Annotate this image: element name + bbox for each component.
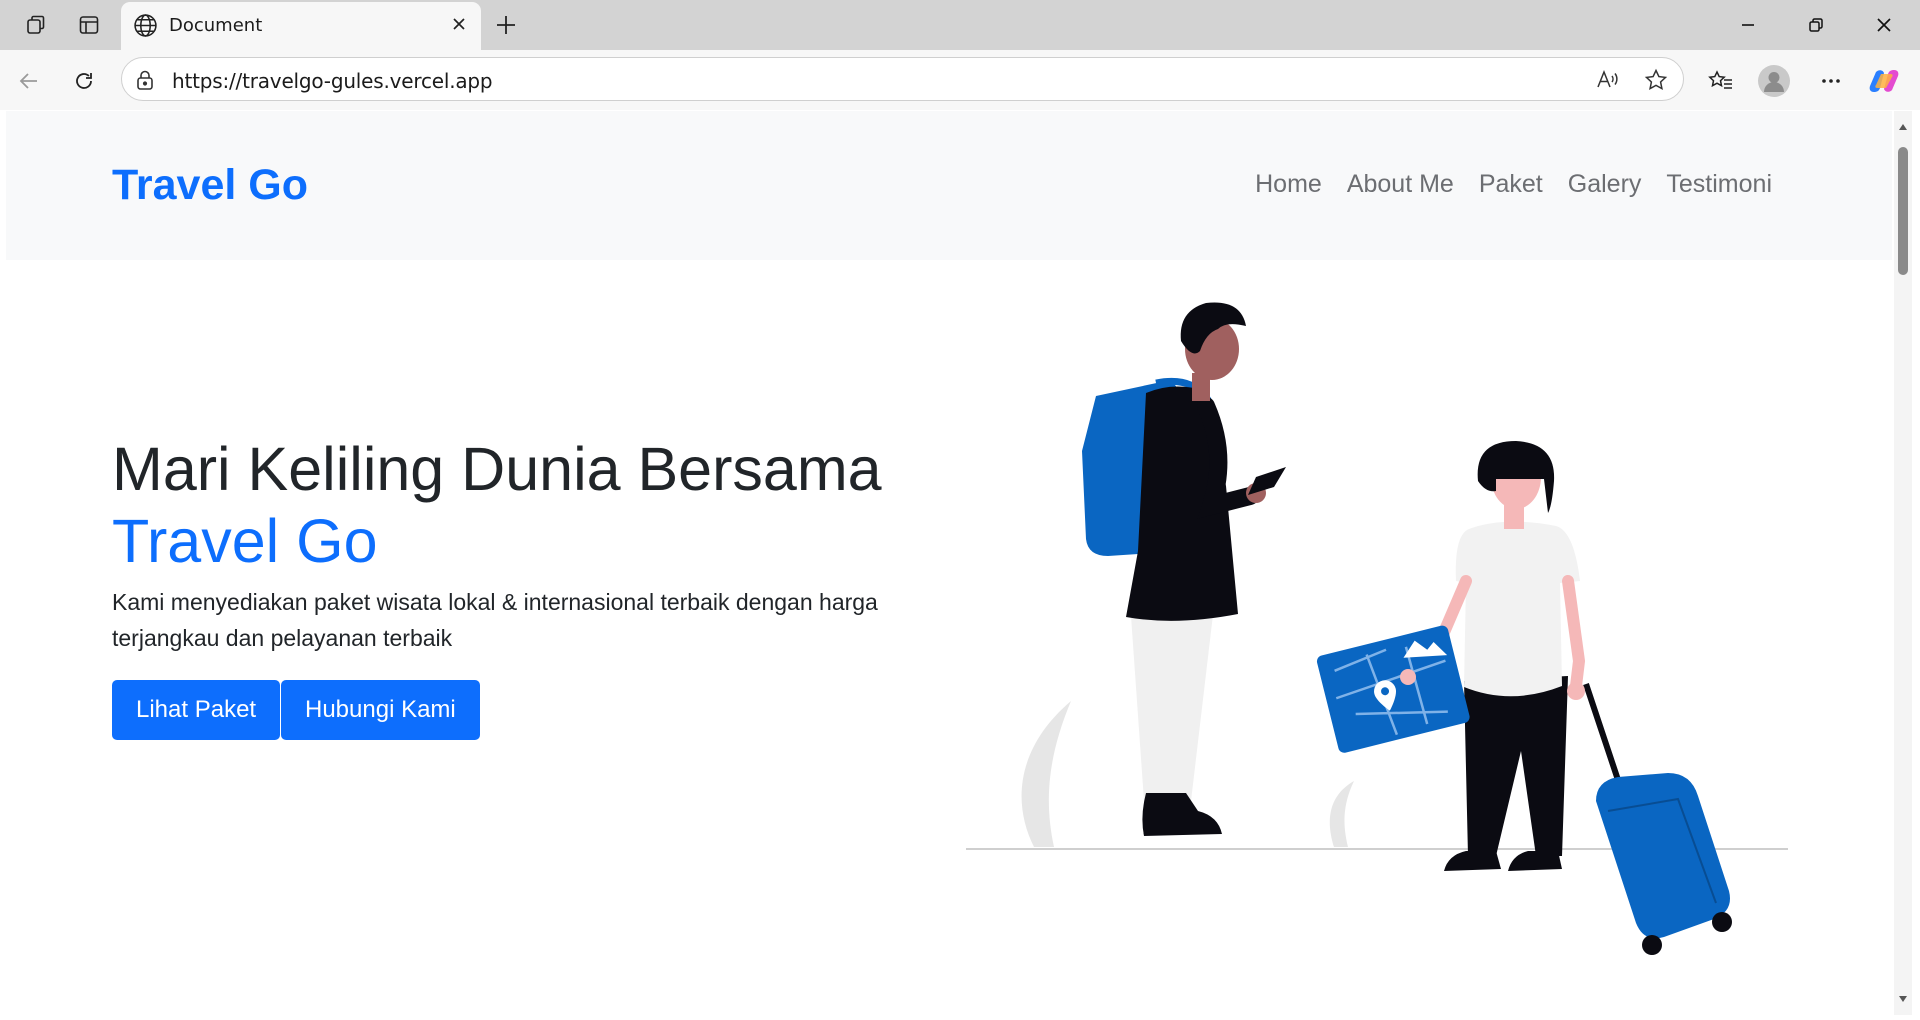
tab-title: Document <box>169 15 263 36</box>
nav-link-paket[interactable]: Paket <box>1479 170 1543 199</box>
hero-title: Mari Keliling Dunia Bersama Travel Go <box>112 433 882 577</box>
window-close-icon[interactable] <box>1861 8 1907 42</box>
hero-title-highlight: Travel Go <box>112 507 378 575</box>
read-aloud-icon[interactable] <box>1595 67 1621 93</box>
scrollbar-thumb[interactable] <box>1898 147 1908 275</box>
hubungi-kami-button[interactable]: Hubungi Kami <box>281 680 480 740</box>
address-bar[interactable]: https://travelgo-gules.vercel.app <box>121 57 1684 101</box>
brand-logo[interactable]: Travel Go <box>112 161 308 210</box>
scroll-up-arrow-icon[interactable] <box>1897 121 1909 133</box>
minimize-icon[interactable] <box>1725 8 1771 42</box>
browser-toolbar: https://travelgo-gules.vercel.app <box>0 50 1920 110</box>
nav-link-galery[interactable]: Galery <box>1568 170 1642 199</box>
hero-description: Kami menyediakan paket wisata lokal & in… <box>112 589 878 651</box>
favorite-star-icon[interactable] <box>1643 67 1669 93</box>
nav-link-testimoni[interactable]: Testimoni <box>1666 170 1772 199</box>
tab-actions-icon[interactable] <box>21 10 51 40</box>
globe-icon <box>133 13 158 43</box>
nav-links: Home About Me Paket Galery Testimoni <box>1255 170 1772 199</box>
active-tab[interactable]: Document <box>121 2 481 50</box>
url-text: https://travelgo-gules.vercel.app <box>172 69 493 93</box>
lihat-paket-button[interactable]: Lihat Paket <box>112 680 281 740</box>
back-icon[interactable] <box>12 64 46 98</box>
tab-strip-icon[interactable] <box>74 10 104 40</box>
tab-bar: Document <box>0 0 1920 50</box>
refresh-icon[interactable] <box>67 64 101 98</box>
hero-title-main: Mari Keliling Dunia Bersama <box>112 435 882 503</box>
restore-icon[interactable] <box>1793 8 1839 42</box>
scroll-down-arrow-icon[interactable] <box>1897 993 1909 1005</box>
profile-icon[interactable] <box>1757 64 1791 98</box>
new-tab-icon[interactable] <box>491 10 521 40</box>
copilot-icon[interactable] <box>1867 64 1901 98</box>
nav-link-about[interactable]: About Me <box>1347 170 1454 199</box>
more-icon[interactable] <box>1814 64 1848 98</box>
nav-link-home[interactable]: Home <box>1255 170 1322 199</box>
close-icon[interactable] <box>449 14 469 39</box>
travelers-illustration <box>966 302 1788 955</box>
lock-icon[interactable] <box>135 69 155 96</box>
favorites-icon[interactable] <box>1704 64 1738 98</box>
site-navbar: Travel Go Home About Me Paket Galery Tes… <box>6 111 1892 260</box>
page-scrollbar[interactable] <box>1894 111 1912 1015</box>
web-page: Travel Go Home About Me Paket Galery Tes… <box>6 111 1892 1015</box>
